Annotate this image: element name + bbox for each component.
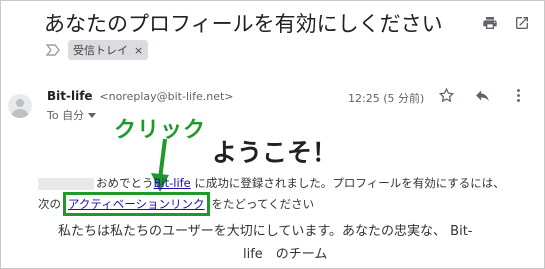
line1-suffix: に成功に登録されました。プロフィールを有効にするには、: [190, 176, 505, 190]
print-icon[interactable]: [481, 14, 499, 32]
chevron-down-icon[interactable]: [88, 109, 97, 122]
email-time: 12:25 (5 分前): [348, 92, 425, 105]
recipient-line: To 自分: [47, 107, 97, 123]
labels-row: 受信トレイ ×: [45, 40, 149, 60]
sender-name[interactable]: Bit-life: [47, 89, 93, 103]
recipient-text: To 自分: [47, 109, 85, 122]
activation-link[interactable]: アクティベーションリンク: [68, 197, 205, 211]
message-actions: [437, 86, 527, 104]
message-line-4: life のチーム: [243, 247, 328, 262]
star-icon[interactable]: [437, 86, 455, 104]
avatar-icon: [12, 99, 28, 118]
redacted-name: [38, 177, 94, 190]
email-subject: あなたのプロフィールを有効にしください: [44, 12, 443, 36]
sender-address: <noreplay@bit-life.net>: [99, 90, 234, 103]
label-chip-inbox[interactable]: 受信トレイ ×: [68, 40, 149, 60]
line2-suffix: をたどってください: [211, 197, 315, 211]
reply-icon[interactable]: [473, 86, 491, 104]
welcome-heading: ようこそ！: [212, 138, 338, 167]
message-line-3: 私たちは私たちのユーザーを大切にしています。あなたの忠実な、 Bit-: [58, 224, 473, 239]
line1-prefix: おめでとう: [96, 176, 154, 190]
sender-line: Bit-life <noreplay@bit-life.net>: [47, 89, 234, 103]
top-toolbar: [481, 14, 531, 32]
importance-marker-icon[interactable]: [45, 41, 60, 60]
bit-life-link[interactable]: Bit-life: [154, 176, 191, 190]
avatar: [8, 94, 32, 118]
label-chip-text: 受信トレイ: [73, 44, 128, 57]
activation-link-highlight: アクティベーションリンク: [63, 192, 210, 216]
line2-prefix: 次の: [38, 197, 61, 211]
remove-label-button[interactable]: ×: [134, 44, 143, 57]
open-in-new-window-icon[interactable]: [513, 14, 531, 32]
message-line-2: 次の アクティベーションリンク をたどってください: [38, 192, 314, 216]
message-line-1: おめでとうBit-life に成功に登録されました。プロフィールを有効にするには…: [38, 175, 505, 191]
more-vertical-icon[interactable]: [509, 86, 527, 104]
